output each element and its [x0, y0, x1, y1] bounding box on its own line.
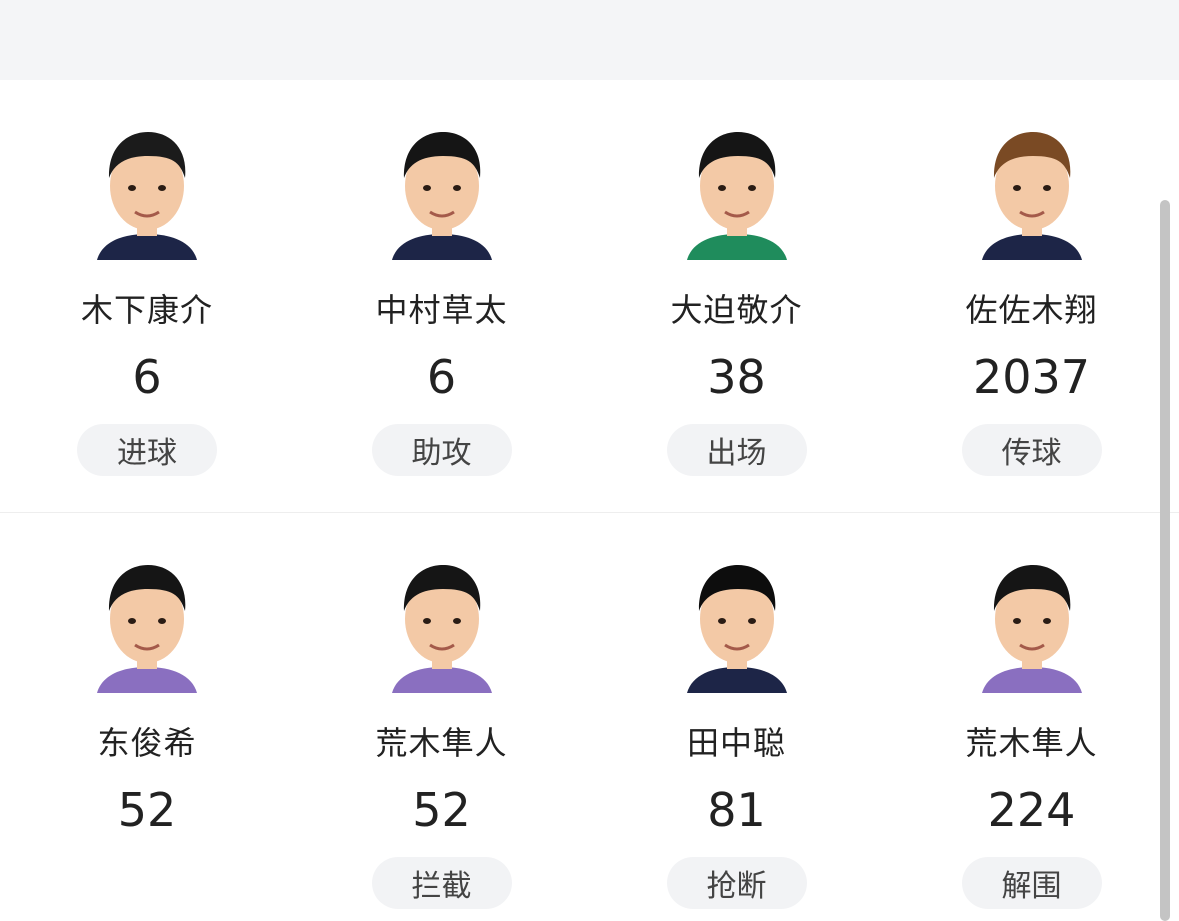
- player-name: 东俊希: [97, 724, 197, 762]
- stat-value: 52: [117, 783, 177, 837]
- player-portrait-icon: [97, 565, 197, 693]
- stats-row-1: 木下康介 6 进球 中村草太 6 助攻 大迫敬介 38 出场 佐佐木翔 2037…: [0, 120, 1179, 476]
- stat-label-pill[interactable]: 解围: [961, 857, 1102, 909]
- stat-label-pill[interactable]: 传球: [961, 424, 1102, 476]
- stat-label-pill[interactable]: 助攻: [371, 424, 512, 476]
- player-avatar: [977, 553, 1087, 693]
- player-name: 中村草太: [375, 291, 508, 329]
- player-card[interactable]: 佐佐木翔 2037 传球: [884, 120, 1179, 476]
- player-avatar: [387, 553, 497, 693]
- player-portrait-icon: [981, 565, 1082, 693]
- player-portrait-icon: [391, 565, 492, 693]
- player-name: 大迫敬介: [670, 291, 803, 329]
- player-card[interactable]: 东俊希 52: [0, 553, 294, 909]
- player-name: 佐佐木翔: [965, 291, 1098, 329]
- stat-label-pill[interactable]: 抢断: [666, 857, 807, 909]
- player-avatar: [682, 553, 792, 693]
- stat-value: 38: [707, 350, 766, 404]
- player-name: 田中聪: [686, 724, 786, 762]
- player-portrait-icon: [97, 132, 197, 260]
- player-name: 木下康介: [80, 291, 213, 329]
- player-card[interactable]: 田中聪 81 抢断: [589, 553, 884, 909]
- stat-value: 81: [707, 783, 766, 837]
- stat-label-placeholder: [77, 857, 217, 909]
- top-header-band: [0, 0, 1179, 80]
- vertical-scrollbar[interactable]: [1160, 200, 1170, 921]
- player-card[interactable]: 大迫敬介 38 出场: [589, 120, 884, 476]
- player-name: 荒木隼人: [965, 724, 1098, 762]
- stat-label-pill[interactable]: 拦截: [371, 857, 512, 909]
- player-avatar: [92, 120, 202, 260]
- stat-value: 6: [132, 350, 162, 404]
- stat-value: 2037: [972, 350, 1091, 404]
- player-card[interactable]: 中村草太 6 助攻: [294, 120, 589, 476]
- player-avatar: [682, 120, 792, 260]
- player-portrait-icon: [981, 132, 1082, 260]
- player-avatar: [977, 120, 1087, 260]
- stat-value: 224: [987, 783, 1076, 837]
- player-card[interactable]: 荒木隼人 224 解围: [884, 553, 1179, 909]
- player-portrait-icon: [686, 132, 787, 260]
- stats-row-2: 东俊希 52 荒木隼人 52 拦截 田中聪 81 抢断 荒木隼人 224 解围: [0, 553, 1179, 909]
- player-avatar: [387, 120, 497, 260]
- player-card[interactable]: 木下康介 6 进球: [0, 120, 294, 476]
- stat-label-pill[interactable]: 出场: [666, 424, 807, 476]
- player-stats-grid[interactable]: 木下康介 6 进球 中村草太 6 助攻 大迫敬介 38 出场 佐佐木翔 2037…: [0, 80, 1179, 921]
- stat-label-pill[interactable]: 进球: [77, 424, 217, 476]
- player-portrait-icon: [686, 565, 787, 693]
- player-avatar: [92, 553, 202, 693]
- stat-value: 52: [412, 783, 471, 837]
- stat-value: 6: [426, 350, 457, 404]
- row-divider: [0, 512, 1179, 513]
- player-card[interactable]: 荒木隼人 52 拦截: [294, 553, 589, 909]
- player-portrait-icon: [391, 132, 492, 260]
- player-name: 荒木隼人: [375, 724, 508, 762]
